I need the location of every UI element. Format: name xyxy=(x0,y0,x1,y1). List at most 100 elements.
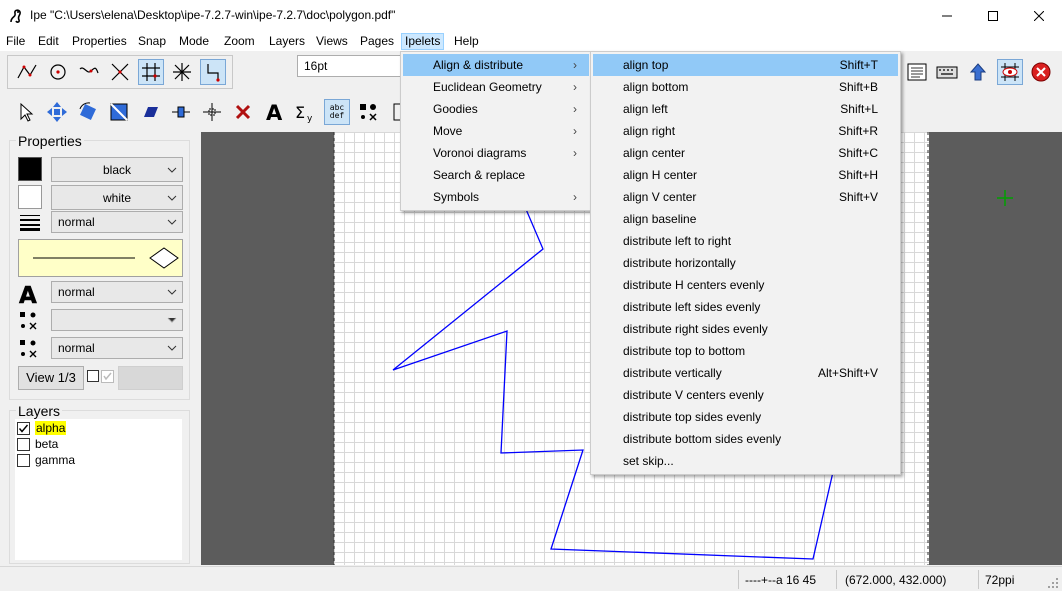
ipelets-item-align[interactable]: Align & distribute › xyxy=(403,54,589,76)
set-skip-item[interactable]: set skip... xyxy=(593,450,898,472)
cursor-arrow-icon xyxy=(20,102,34,122)
pan-mode-button[interactable] xyxy=(199,99,225,125)
menu-help[interactable]: Help xyxy=(451,33,482,50)
menu-properties[interactable]: Properties xyxy=(69,33,130,50)
menu-snap[interactable]: Snap xyxy=(135,33,169,50)
align-item-left[interactable]: align left Shift+L xyxy=(593,98,898,120)
menu-zoom[interactable]: Zoom xyxy=(221,33,258,50)
status-divider xyxy=(978,570,979,589)
upload-button[interactable] xyxy=(965,59,991,85)
rotate-mode-button[interactable] xyxy=(75,99,101,125)
pen-width-select[interactable]: normal xyxy=(51,211,183,233)
stop-button[interactable] xyxy=(1028,59,1054,85)
layer-item-beta[interactable]: beta xyxy=(17,437,177,453)
title-bar: Ipe "C:\Users\elena\Desktop\ipe-7.2.7-wi… xyxy=(0,0,1062,31)
distribute-item-left-to-right[interactable]: distribute left to right xyxy=(593,230,898,252)
distribute-item-top-to-bottom[interactable]: distribute top to bottom xyxy=(593,340,898,362)
menu-layers[interactable]: Layers xyxy=(266,33,308,50)
checkbox-icon[interactable] xyxy=(17,454,30,467)
stretch-mode-button[interactable] xyxy=(106,99,132,125)
menu-edit[interactable]: Edit xyxy=(35,33,62,50)
align-item-v-center[interactable]: align V center Shift+V xyxy=(593,186,898,208)
grid-visible-button[interactable] xyxy=(997,59,1023,85)
menu-ipelets[interactable]: Ipelets xyxy=(401,33,445,50)
chevron-down-icon xyxy=(167,219,177,225)
arrow-style-preview[interactable] xyxy=(18,239,183,277)
snap-vertex-button[interactable] xyxy=(14,59,40,85)
resize-grip-icon[interactable] xyxy=(1047,577,1059,589)
view-marked-checkbox[interactable] xyxy=(87,370,99,382)
text-size-select[interactable]: normal xyxy=(51,281,183,303)
symbol-size-select[interactable]: normal xyxy=(51,337,183,359)
minimize-button[interactable] xyxy=(924,0,970,31)
distribute-item-h-centers[interactable]: distribute H centers evenly xyxy=(593,274,898,296)
chevron-right-icon: › xyxy=(573,146,577,160)
paragraph-mode-button[interactable]: abc def xyxy=(324,99,350,125)
text-mode-button[interactable]: A xyxy=(262,99,288,125)
layer-item-gamma[interactable]: gamma xyxy=(17,453,177,469)
distribute-item-left-sides[interactable]: distribute left sides evenly xyxy=(593,296,898,318)
stroke-color-swatch[interactable] xyxy=(18,157,42,181)
snap-angular-button[interactable] xyxy=(169,59,195,85)
distribute-item-bottom-sides[interactable]: distribute bottom sides evenly xyxy=(593,428,898,450)
view-button[interactable]: View 1/3 xyxy=(18,366,84,390)
formula-mode-button[interactable]: Σy xyxy=(292,99,318,125)
layer-label: alpha xyxy=(35,421,67,435)
chevron-right-icon: › xyxy=(573,190,577,204)
ipelets-item-euclidean[interactable]: Euclidean Geometry › xyxy=(403,76,589,98)
snap-center-button[interactable] xyxy=(45,59,71,85)
ipelets-item-move[interactable]: Move › xyxy=(403,120,589,142)
layers-title: Layers xyxy=(16,403,63,419)
select-mode-button[interactable] xyxy=(13,99,39,125)
distribute-item-v-centers[interactable]: distribute V centers evenly xyxy=(593,384,898,406)
menu-file[interactable]: File xyxy=(3,33,28,50)
menu-views[interactable]: Views xyxy=(313,33,351,50)
ipelets-item-search[interactable]: Search & replace xyxy=(403,164,589,186)
distribute-item-top-sides[interactable]: distribute top sides evenly xyxy=(593,406,898,428)
stroke-color-select[interactable]: black xyxy=(51,157,183,182)
snap-intersection-button[interactable] xyxy=(107,59,133,85)
align-item-h-center[interactable]: align H center Shift+H xyxy=(593,164,898,186)
align-item-bottom[interactable]: align bottom Shift+B xyxy=(593,76,898,98)
checkmark-icon[interactable] xyxy=(101,370,114,383)
mark-mode-button[interactable] xyxy=(355,99,381,125)
snap-auto-angular-button[interactable] xyxy=(200,59,226,85)
align-item-top[interactable]: align top Shift+T xyxy=(593,54,898,76)
shear-mode-button[interactable] xyxy=(137,99,163,125)
fill-color-swatch[interactable] xyxy=(18,185,42,209)
graph-mode-button[interactable] xyxy=(168,99,194,125)
ipe-app-icon xyxy=(10,9,21,23)
ipelets-item-voronoi[interactable]: Voronoi diagrams › xyxy=(403,142,589,164)
align-item-center[interactable]: align center Shift+C xyxy=(593,142,898,164)
ipelets-item-goodies[interactable]: Goodies › xyxy=(403,98,589,120)
align-item-baseline[interactable]: align baseline xyxy=(593,208,898,230)
close-window-button[interactable] xyxy=(1016,0,1062,31)
notes-icon xyxy=(907,63,927,81)
snap-intersection-icon xyxy=(111,63,129,81)
snap-grid-button[interactable] xyxy=(138,59,164,85)
ipelets-item-symbols[interactable]: Symbols › xyxy=(403,186,589,208)
notes-button[interactable] xyxy=(904,59,930,85)
distribute-item-vertically[interactable]: distribute vertically Alt+Shift+V xyxy=(593,362,898,384)
snap-boundary-button[interactable] xyxy=(76,59,102,85)
mark-shape-select[interactable] xyxy=(51,309,183,331)
checkbox-icon[interactable] xyxy=(17,438,30,451)
checkbox-checked-icon[interactable] xyxy=(17,422,30,435)
status-bar: ----+--a 16 45 (672.000, 432.000) 72ppi xyxy=(0,566,1062,591)
snap-center-icon xyxy=(50,64,66,80)
distribute-item-right-sides[interactable]: distribute right sides evenly xyxy=(593,318,898,340)
layer-item-alpha[interactable]: alpha xyxy=(17,421,177,437)
keyboard-button[interactable] xyxy=(934,59,960,85)
rotate-icon xyxy=(79,102,96,120)
page-label-field[interactable] xyxy=(118,366,183,390)
fill-color-select[interactable]: white xyxy=(51,185,183,210)
distribute-item-horizontally[interactable]: distribute horizontally xyxy=(593,252,898,274)
maximize-button[interactable] xyxy=(970,0,1016,31)
delete-button[interactable] xyxy=(230,99,256,125)
chevron-right-icon: › xyxy=(573,80,577,94)
translate-mode-button[interactable] xyxy=(44,99,70,125)
grid-size-select[interactable]: 16pt xyxy=(297,55,403,77)
menu-mode[interactable]: Mode xyxy=(176,33,212,50)
align-item-right[interactable]: align right Shift+R xyxy=(593,120,898,142)
menu-pages[interactable]: Pages xyxy=(357,33,397,50)
